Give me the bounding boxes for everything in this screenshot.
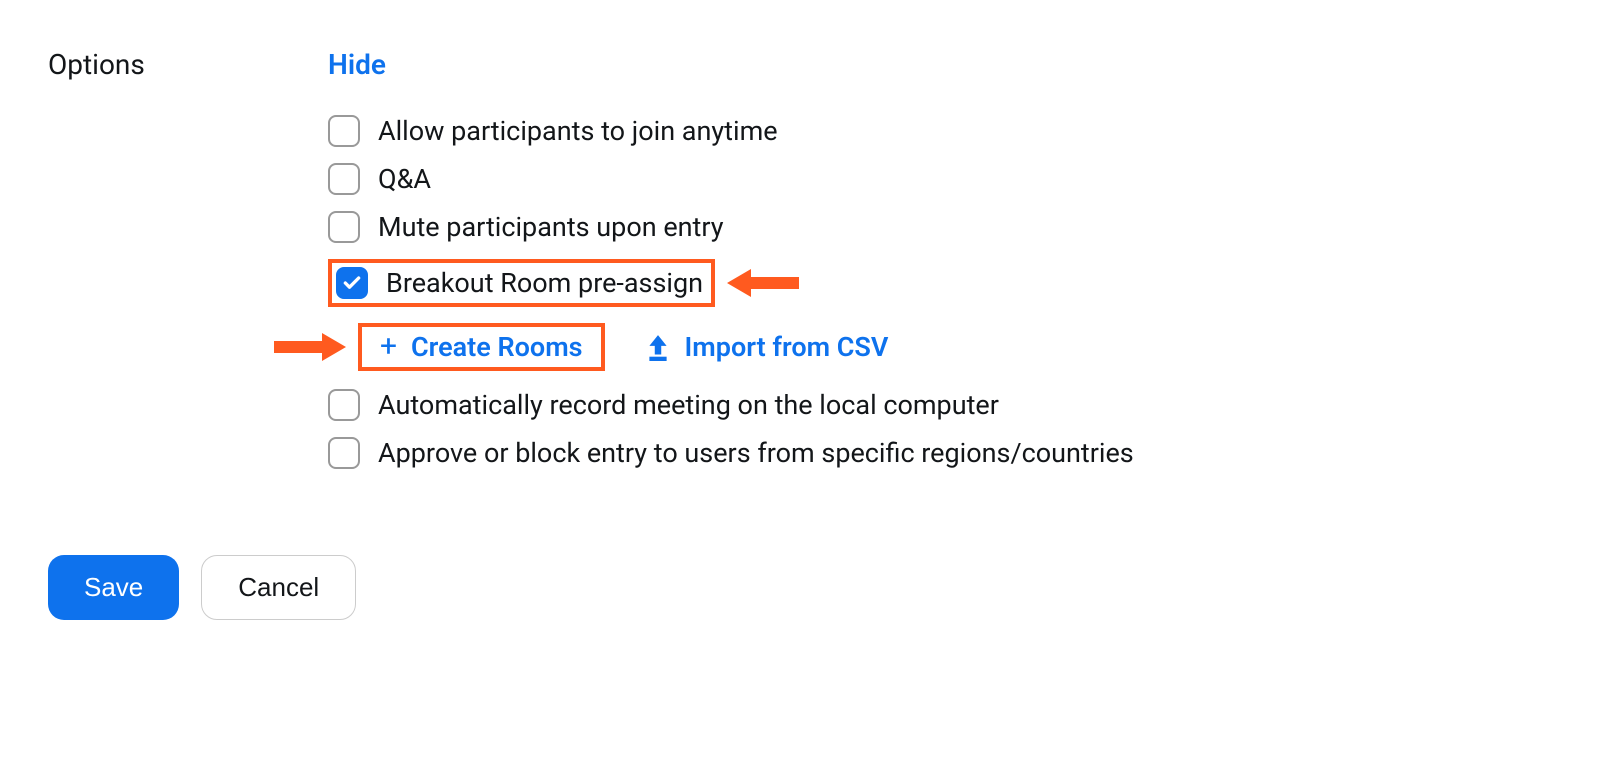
right-column: Hide Allow participants to join anytime … <box>328 48 1553 485</box>
options-container: Options Hide Allow participants to join … <box>48 48 1553 485</box>
label-mute-on-entry: Mute participants upon entry <box>378 211 724 243</box>
cancel-button[interactable]: Cancel <box>201 555 356 620</box>
annotation-arrow-right-icon <box>274 327 346 367</box>
label-qa: Q&A <box>378 163 431 195</box>
checkbox-auto-record-local[interactable] <box>328 389 360 421</box>
checkbox-allow-join-anytime[interactable] <box>328 115 360 147</box>
breakout-actions-row: + Create Rooms Import from CSV <box>358 323 1553 371</box>
create-rooms-label: Create Rooms <box>411 331 583 363</box>
save-button[interactable]: Save <box>48 555 179 620</box>
option-approve-block-regions: Approve or block entry to users from spe… <box>328 437 1553 469</box>
label-breakout-preassign: Breakout Room pre-assign <box>386 267 703 299</box>
create-rooms-link[interactable]: + Create Rooms <box>380 331 583 363</box>
plus-icon: + <box>380 332 397 362</box>
option-mute-on-entry: Mute participants upon entry <box>328 211 1553 243</box>
checkbox-mute-on-entry[interactable] <box>328 211 360 243</box>
checkbox-qa[interactable] <box>328 163 360 195</box>
checkbox-approve-block-regions[interactable] <box>328 437 360 469</box>
footer-buttons: Save Cancel <box>48 555 1553 620</box>
section-label: Options <box>48 48 268 81</box>
annotation-highlight-create-rooms: + Create Rooms <box>358 323 605 371</box>
upload-icon <box>645 333 671 361</box>
label-approve-block-regions: Approve or block entry to users from spe… <box>378 437 1134 469</box>
annotation-arrow-left-icon <box>727 263 799 303</box>
import-csv-label: Import from CSV <box>685 331 889 363</box>
option-allow-join-anytime: Allow participants to join anytime <box>328 115 1553 147</box>
option-qa: Q&A <box>328 163 1553 195</box>
check-icon <box>342 273 362 293</box>
hide-link[interactable]: Hide <box>328 48 386 81</box>
option-auto-record-local: Automatically record meeting on the loca… <box>328 389 1553 421</box>
annotation-highlight-breakout: Breakout Room pre-assign <box>328 259 715 307</box>
import-csv-link[interactable]: Import from CSV <box>645 331 889 363</box>
label-allow-join-anytime: Allow participants to join anytime <box>378 115 778 147</box>
left-column: Options <box>48 48 268 485</box>
label-auto-record-local: Automatically record meeting on the loca… <box>378 389 999 421</box>
checkbox-breakout-preassign[interactable] <box>336 267 368 299</box>
option-breakout-preassign-row: Breakout Room pre-assign <box>328 259 1553 307</box>
